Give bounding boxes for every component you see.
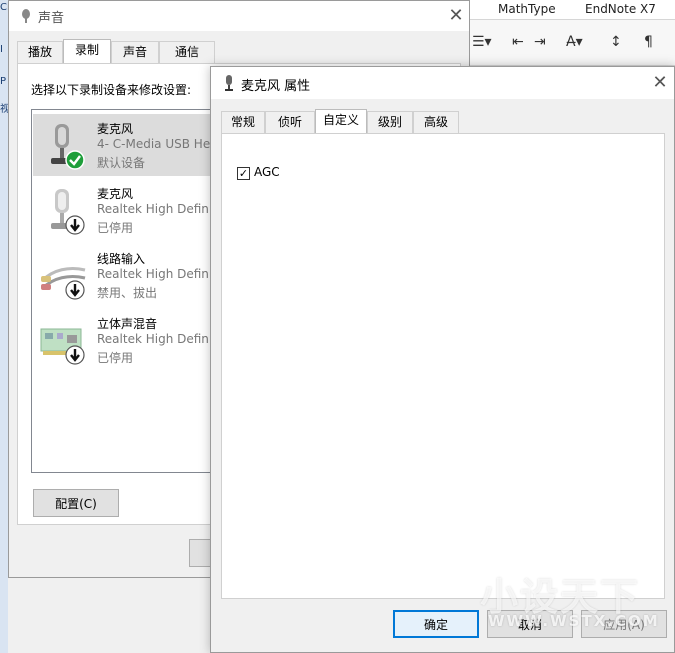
ok-button[interactable]: 确定 <box>393 610 479 638</box>
font-effects-icon[interactable]: A̶▾ <box>566 34 583 50</box>
device-driver: 4- C-Media USB He <box>97 137 211 151</box>
word-ribbon-tabs: MathType EndNote X7 <box>468 0 675 20</box>
close-icon[interactable]: ✕ <box>441 3 471 29</box>
device-name: 线路输入 <box>97 252 146 266</box>
tab-playback[interactable]: 播放 <box>17 41 63 63</box>
device-name: 麦克风 <box>97 122 134 136</box>
tab-custom[interactable]: 自定义 <box>315 109 367 133</box>
device-name: 麦克风 <box>97 187 134 201</box>
device-name: 立体声混音 <box>97 317 158 331</box>
list-item[interactable]: 立体声混音 Realtek High Definit 已停用 <box>33 309 220 371</box>
edge-text: P <box>0 76 7 87</box>
down-arrow-badge-icon <box>65 280 85 300</box>
sort-icon[interactable]: ↕ <box>610 34 622 50</box>
device-list[interactable]: 麦克风 4- C-Media USB He 默认设备 麦克风 Realtek H… <box>31 109 221 473</box>
sound-titlebar[interactable]: 声音 ✕ <box>9 1 469 31</box>
watermark-url: WWW.WSTX.COM <box>488 612 660 630</box>
sound-dialog-title: 声音 <box>38 11 65 26</box>
microphone-properties-dialog: 麦克风 属性 ✕ 常规 侦听 自定义 级别 高级 ✓ AGC 确定 取消 应用(… <box>210 66 675 653</box>
list-item[interactable]: 麦克风 4- C-Media USB He 默认设备 <box>33 114 220 176</box>
properties-dialog-title: 麦克风 属性 <box>241 79 311 94</box>
device-driver: Realtek High Definit <box>97 202 217 216</box>
properties-titlebar[interactable]: 麦克风 属性 ✕ <box>211 67 674 99</box>
tab-endnote[interactable]: EndNote X7 <box>585 2 656 16</box>
list-item[interactable]: 麦克风 Realtek High Definit 已停用 <box>33 179 220 241</box>
list-indent-icon[interactable]: ☰▾ <box>472 34 492 50</box>
tab-advanced[interactable]: 高级 <box>413 111 459 133</box>
show-marks-icon[interactable]: ¶ <box>644 34 653 50</box>
instruction-text: 选择以下录制设备来修改设置: <box>31 83 192 97</box>
down-arrow-badge-icon <box>65 345 85 365</box>
decrease-indent-icon[interactable]: ⇤ <box>512 34 524 50</box>
sound-tabs: 播放 录制 声音 通信 <box>17 39 217 63</box>
device-status: 默认设备 <box>97 156 146 170</box>
device-status: 已停用 <box>97 221 134 235</box>
device-status: 已停用 <box>97 351 134 365</box>
tab-sounds[interactable]: 声音 <box>111 41 159 63</box>
custom-panel <box>221 133 665 599</box>
close-icon[interactable]: ✕ <box>645 70 675 96</box>
device-driver: Realtek High Definit <box>97 332 217 346</box>
speaker-icon <box>19 8 33 24</box>
device-status: 禁用、拔出 <box>97 286 158 300</box>
microphone-icon <box>225 75 233 91</box>
tab-general[interactable]: 常规 <box>221 111 265 133</box>
check-badge-icon <box>65 150 85 170</box>
increase-indent-icon[interactable]: ⇥ <box>534 34 546 50</box>
edge-text: I <box>0 44 3 55</box>
agc-checkbox[interactable]: ✓ <box>237 167 250 180</box>
configure-button[interactable]: 配置(C) <box>33 489 119 517</box>
tab-mathtype[interactable]: MathType <box>498 2 556 16</box>
tab-recording[interactable]: 录制 <box>63 39 111 63</box>
device-driver: Realtek High Definit <box>97 267 217 281</box>
properties-tabs: 常规 侦听 自定义 级别 高级 <box>221 109 461 133</box>
tab-levels[interactable]: 级别 <box>367 111 413 133</box>
agc-label[interactable]: AGC <box>254 165 280 179</box>
list-item[interactable]: 线路输入 Realtek High Definit 禁用、拔出 <box>33 244 220 306</box>
down-arrow-badge-icon <box>65 215 85 235</box>
word-ribbon: ☰▾ ⇤ ⇥ A̶▾ ↕ ¶ <box>468 20 675 66</box>
background-window-edge: Ci I P 视 <box>0 0 10 653</box>
tab-communications[interactable]: 通信 <box>159 41 215 63</box>
tab-listen[interactable]: 侦听 <box>265 111 315 133</box>
